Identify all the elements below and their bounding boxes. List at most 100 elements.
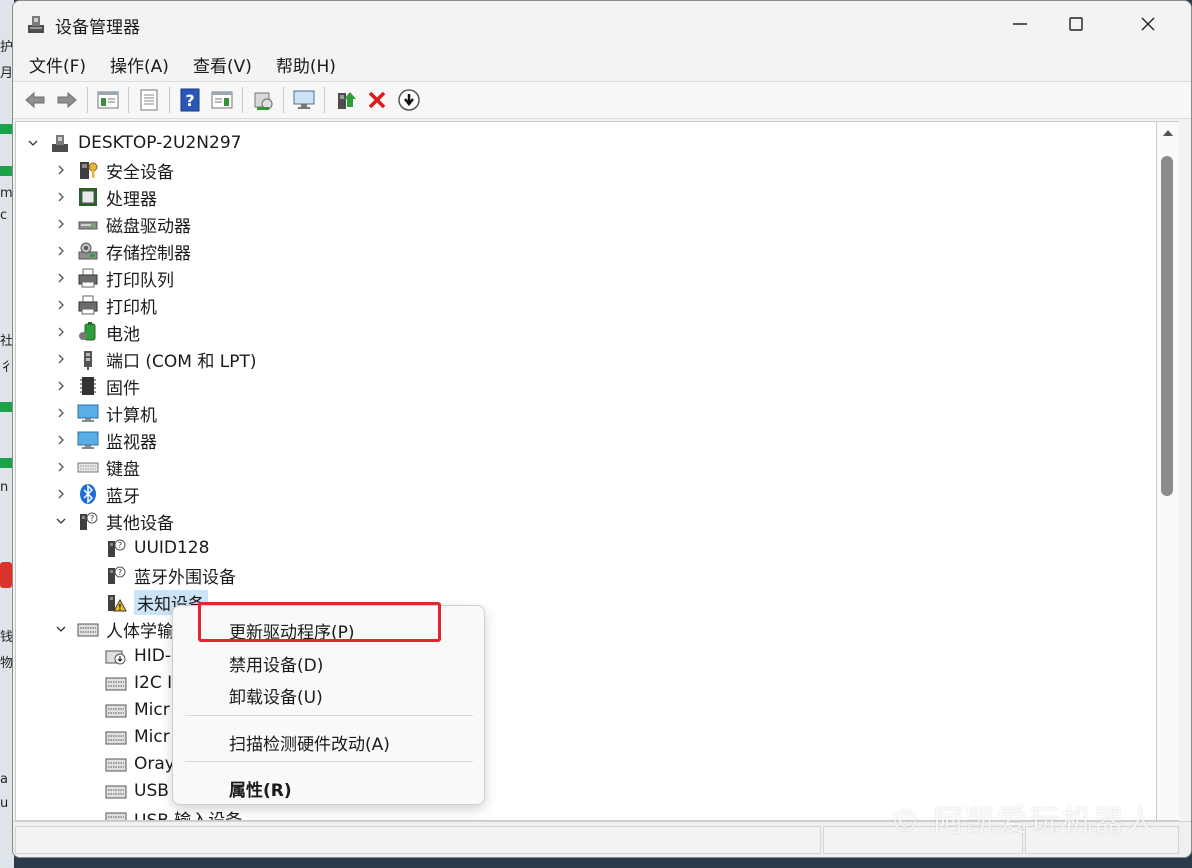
toolbar-separator — [283, 87, 284, 113]
chevron-right-icon[interactable] — [54, 460, 68, 474]
tree-node-label: I2C I — [134, 673, 173, 693]
hid-keyboard-icon — [104, 725, 128, 749]
menu-action[interactable]: 操作(A) — [102, 48, 177, 81]
close-button[interactable] — [1113, 1, 1183, 47]
toolbar-separator — [324, 87, 325, 113]
tree-node-security-devices[interactable]: 安全设备 — [54, 157, 174, 183]
tree-node-storage-controllers[interactable]: 存储控制器 — [54, 238, 191, 264]
bluetooth-icon — [76, 482, 100, 506]
battery-icon — [76, 320, 100, 344]
action-pane-icon — [211, 91, 233, 109]
computer-icon — [76, 401, 100, 425]
menu-item-disable-device[interactable]: 禁用设备(D) — [229, 651, 323, 676]
red-x-icon — [368, 91, 386, 109]
tree-node-hid[interactable]: 人体学输 — [54, 616, 174, 642]
tree-node-keyboards[interactable]: 键盘 — [54, 454, 140, 480]
svg-text:?: ? — [185, 91, 194, 110]
chevron-right-icon[interactable] — [54, 271, 68, 285]
tree-leaf-oray[interactable]: Oray — [104, 751, 175, 777]
chevron-down-icon[interactable] — [54, 514, 68, 528]
toolbar: ? — [13, 81, 1191, 119]
tree-node-label: 蓝牙 — [106, 486, 140, 507]
tree-leaf-i2c-hid[interactable]: I2C I — [104, 670, 172, 696]
tree-node-label: 监视器 — [106, 432, 157, 453]
computer-view-button[interactable] — [288, 85, 320, 115]
action-pane-button[interactable] — [206, 85, 238, 115]
toolbar-separator — [128, 87, 129, 113]
tree-root-label: DESKTOP-2U2N297 — [78, 133, 242, 153]
monitor-network-icon — [293, 90, 315, 109]
disable-device-button[interactable] — [393, 85, 425, 115]
chevron-down-icon[interactable] — [26, 136, 40, 150]
chevron-right-icon[interactable] — [54, 217, 68, 231]
printer-icon — [76, 293, 100, 317]
port-icon — [76, 347, 100, 371]
tree-node-label: 打印机 — [106, 297, 157, 318]
maximize-button[interactable] — [1041, 1, 1111, 47]
tree-leaf-usb-1[interactable]: USB — [104, 778, 169, 804]
update-driver-button[interactable] — [329, 85, 361, 115]
tree-node-label: 磁盘驱动器 — [106, 216, 191, 237]
help-button[interactable]: ? — [174, 85, 206, 115]
tree-node-print-queues[interactable]: 打印队列 — [54, 265, 174, 291]
tree-leaf-uuid128[interactable]: ? UUID128 — [104, 535, 209, 561]
forward-button[interactable] — [51, 85, 83, 115]
tree-root-node[interactable]: DESKTOP-2U2N297 — [26, 130, 241, 156]
show-hide-console-tree-button[interactable] — [92, 85, 124, 115]
tree-leaf-microsoft-1[interactable]: Micr — [104, 697, 170, 723]
tree-node-label: Oray — [134, 754, 175, 774]
chevron-right-icon[interactable] — [54, 487, 68, 501]
minimize-icon — [1013, 23, 1027, 25]
watermark-text: © 阿凯爱玩机器人 — [890, 804, 1158, 839]
tree-node-disk-drives[interactable]: 磁盘驱动器 — [54, 211, 191, 237]
tree-node-firmware[interactable]: 固件 — [54, 373, 140, 399]
scan-hardware-button[interactable] — [247, 85, 279, 115]
warning-device-icon: ! — [104, 590, 128, 614]
tree-node-label: Micr — [134, 700, 170, 720]
hid-keyboard-icon — [76, 617, 100, 641]
tree-leaf-microsoft-2[interactable]: Micr — [104, 724, 170, 750]
tree-node-printers[interactable]: 打印机 — [54, 292, 157, 318]
menu-item-properties[interactable]: 属性(R) — [229, 776, 292, 801]
vertical-scrollbar[interactable] — [1157, 121, 1179, 821]
disk-drive-icon — [76, 212, 100, 236]
hid-keyboard-icon — [104, 671, 128, 695]
tree-node-ports[interactable]: 端口 (COM 和 LPT) — [54, 346, 257, 372]
chevron-right-icon[interactable] — [54, 244, 68, 258]
tree-node-label: 键盘 — [106, 459, 140, 480]
tree-node-monitors[interactable]: 监视器 — [54, 427, 157, 453]
menu-help[interactable]: 帮助(H) — [268, 48, 344, 81]
chevron-right-icon[interactable] — [54, 325, 68, 339]
chevron-right-icon[interactable] — [54, 379, 68, 393]
uninstall-device-button[interactable] — [361, 85, 393, 115]
tree-node-label: 人体学输 — [106, 621, 174, 642]
menu-file[interactable]: 文件(F) — [21, 48, 94, 81]
tree-leaf-hid-device[interactable]: HID- — [104, 643, 171, 669]
menu-item-scan-hardware[interactable]: 扫描检测硬件改动(A) — [229, 730, 390, 755]
tree-node-computer[interactable]: 计算机 — [54, 400, 157, 426]
back-button[interactable] — [19, 85, 51, 115]
chevron-right-icon[interactable] — [54, 298, 68, 312]
tree-node-label: 固件 — [106, 378, 140, 399]
tree-node-label: 电池 — [106, 324, 140, 345]
chevron-down-icon[interactable] — [54, 622, 68, 636]
scrollbar-thumb[interactable] — [1161, 156, 1173, 496]
chevron-right-icon[interactable] — [54, 190, 68, 204]
chevron-right-icon[interactable] — [54, 163, 68, 177]
toolbar-separator — [242, 87, 243, 113]
tree-leaf-bluetooth-peripheral[interactable]: ? 蓝牙外围设备 — [104, 562, 236, 588]
tree-node-other-devices[interactable]: ? 其他设备 — [54, 508, 174, 534]
scroll-up-arrow-icon[interactable] — [1163, 130, 1173, 136]
tree-node-bluetooth[interactable]: 蓝牙 — [54, 481, 140, 507]
tree-node-batteries[interactable]: 电池 — [54, 319, 140, 345]
menu-item-uninstall-device[interactable]: 卸载设备(U) — [229, 683, 323, 708]
tree-node-processors[interactable]: 处理器 — [54, 184, 157, 210]
tree-node-label: 端口 (COM 和 LPT) — [106, 351, 257, 372]
tree-node-label: 蓝牙外围设备 — [134, 567, 236, 588]
chevron-right-icon[interactable] — [54, 352, 68, 366]
menu-view[interactable]: 查看(V) — [185, 48, 260, 81]
chevron-right-icon[interactable] — [54, 433, 68, 447]
properties-button[interactable] — [133, 85, 165, 115]
tree-leaf-usb-input[interactable]: USB 输入设备 — [104, 805, 242, 820]
chevron-right-icon[interactable] — [54, 406, 68, 420]
